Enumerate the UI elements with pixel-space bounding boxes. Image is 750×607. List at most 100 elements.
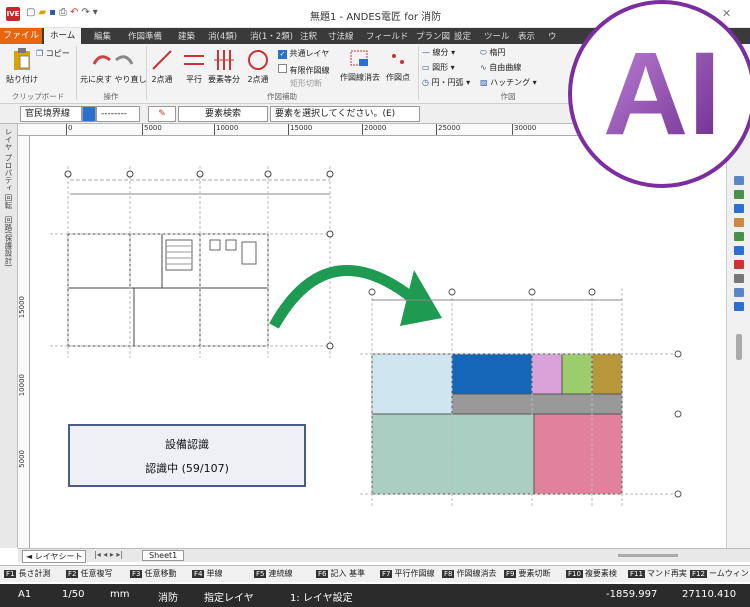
tab-annotation[interactable]: 注釈 [300,30,317,42]
erase-icon [350,50,368,66]
circle-2pt-button[interactable]: 2点通 [246,48,270,85]
draw-point-button[interactable]: 作図点 [386,48,410,83]
status-unit[interactable]: mm [110,589,129,600]
fkey-7[interactable]: F7 平行作図線 [380,568,434,579]
function-key-bar: F1 長さ計測 F2 任意複写 F3 任意移動 F4 単線 F5 連続線 F6 記入 基準 … [0,565,750,582]
copy-icon: ❐ [36,49,44,58]
group-draw-aux: 作図補助 [267,92,297,101]
rect-cut-button[interactable]: 矩形切断 [290,78,322,89]
divide-icon [214,50,234,70]
equipment-recognition-dialog: 設備認識 認識中 (59/107) [68,424,306,487]
tool-icon-3[interactable] [734,204,744,213]
tab-home[interactable]: ホーム [44,28,82,44]
linestyle-select[interactable]: -------- [96,106,140,122]
fkey-2[interactable]: F2 任意複写 [66,568,112,579]
print-icon[interactable]: ⎙ [59,7,67,18]
line-icon [152,50,172,70]
fkey-1[interactable]: F1 長さ計測 [4,568,50,579]
tab-building[interactable]: 建築 [178,30,195,42]
tab-field[interactable]: フィールド [366,30,408,42]
dialog-title: 設備認識 [165,438,209,451]
vertical-scrollbar-thumb[interactable] [736,334,742,360]
dialog-progress: 認識中 (59/107) [145,462,229,475]
fkey-11[interactable]: F11 マンド再実 [628,568,687,579]
tool-icon-9[interactable] [734,288,744,297]
tool-icon-4[interactable] [734,218,744,227]
sheet-tab[interactable]: Sheet1 [142,550,185,561]
status-layer-mode[interactable]: 指定レイヤ [204,589,254,604]
copy-button[interactable]: ❐ コピー [36,48,70,59]
undo-icon[interactable]: ↶ [70,7,78,18]
circuit-panel-tab[interactable]: 回路(保護設計) [3,216,14,267]
group-operation: 操作 [103,92,119,101]
tab-dimension[interactable]: 寸法線 [328,30,354,42]
tab-prep[interactable]: 作図準備 [128,30,162,42]
tab-edit[interactable]: 編集 [94,30,111,42]
sheet-nav-arrows[interactable]: |◂ ◂ ▸ ▸| [94,550,123,559]
line-2pt-button[interactable]: 2点通 [150,48,174,85]
ellipse-button[interactable]: ⬭ 楕円 [480,47,505,58]
undo-redo-icon [92,55,134,65]
circle-arc-button[interactable]: ◷ 円・円弧 ▾ [422,77,470,88]
parallel-button[interactable]: 平行 [182,48,206,85]
tab-file[interactable]: ファイル [0,28,42,44]
property-panel-tab[interactable]: プロパティ [3,154,14,192]
open-folder-icon[interactable]: ▰ [38,7,46,18]
point-icon [392,54,404,64]
color-swatch[interactable] [82,106,96,122]
shape-button[interactable]: ▭ 図形 ▾ [422,62,455,73]
status-layer[interactable]: 1: レイヤ設定 [290,589,353,604]
fkey-8[interactable]: F8 作図線消去 [442,568,496,579]
left-dock-panel: レイヤ プロパティ 回転 回路(保護設計) [0,124,18,548]
status-coord-x: -1859.997 [606,589,658,600]
status-scale[interactable]: 1/50 [62,589,84,600]
command-prompt: 要素を選択してください。(E) [270,106,420,122]
fkey-6[interactable]: F6 記入 基準 [316,568,365,579]
draw-erase-button[interactable]: 作図線消去 [340,48,380,83]
tab-plan[interactable]: プラン図 [416,30,450,42]
customize-icon[interactable]: ▾ [93,7,98,18]
tab-tools[interactable]: ツール [484,30,510,42]
ai-text: AI [603,28,721,160]
sheet-tab-row: ◄ レイヤシート |◂ ◂ ▸ ▸| Sheet1 [18,548,750,563]
tab-fire12[interactable]: 消(1・2類) [250,30,293,42]
fkey-4[interactable]: F4 単線 [192,568,222,579]
fkey-12[interactable]: F12 ームウィン [690,568,749,579]
tab-settings[interactable]: 設定 [454,30,471,42]
paste-button[interactable]: 貼り付け [6,48,38,85]
tool-icon-8[interactable] [734,274,744,283]
undo-redo-button[interactable]: 元に戻す やり直し [80,50,147,85]
quick-access-toolbar: ▢ ▰ ▪ ⎙ ↶ ↷ ▾ [26,7,101,18]
rotate-panel-tab[interactable]: 回転 [3,194,14,209]
pen-icon[interactable]: ✎ [148,106,176,122]
layer-select[interactable]: 官民境界線 [20,106,82,122]
tool-icon-10[interactable] [734,302,744,311]
redo-icon[interactable]: ↷ [81,7,89,18]
tool-icon-5[interactable] [734,232,744,241]
lines-button[interactable]: — 線分 ▾ [422,47,455,58]
fkey-10[interactable]: F10 複要素検 [566,568,617,579]
layer-panel-tab[interactable]: レイヤ [3,128,14,151]
ai-badge: AI [528,0,750,200]
tab-fire4[interactable]: 消(4類) [208,30,237,42]
fkey-9[interactable]: F9 要素切断 [504,568,550,579]
curve-icon: ∿ [480,63,487,72]
status-category[interactable]: 消防 [158,589,178,604]
tool-icon-6[interactable] [734,246,744,255]
new-file-icon[interactable]: ▢ [26,7,35,18]
element-divide-button[interactable]: 要素等分 [208,48,240,85]
tool-icon-7[interactable] [734,260,744,269]
vertical-ruler: 15000 10000 5000 [18,136,30,548]
free-curve-button[interactable]: ∿ 自由曲線 [480,62,521,73]
fkey-5[interactable]: F5 連続線 [254,568,292,579]
limited-draw-checkbox[interactable]: 有限作図線 [278,64,330,76]
common-layer-checkbox[interactable]: ✓ 共通レイヤ [278,48,329,59]
element-search-button[interactable]: 要素検索 [178,106,268,122]
layer-sheet-button[interactable]: ◄ レイヤシート [22,550,87,563]
horizontal-scrollbar-thumb[interactable] [618,554,678,557]
fkey-3[interactable]: F3 任意移動 [130,568,176,579]
status-paper[interactable]: A1 [18,589,31,600]
save-icon[interactable]: ▪ [49,7,56,18]
segment-icon: — [422,48,430,57]
ellipse-icon: ⬭ [480,48,487,57]
